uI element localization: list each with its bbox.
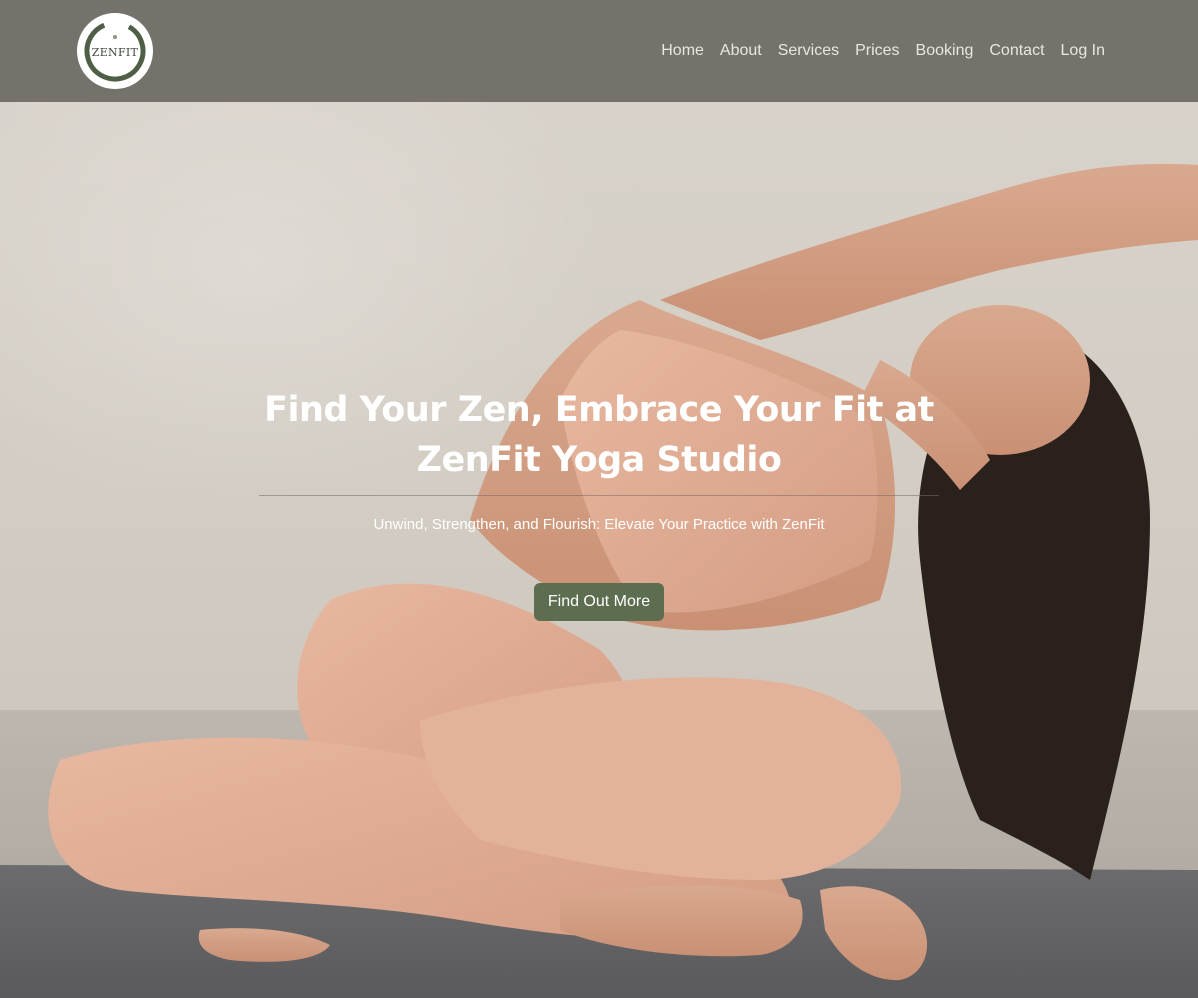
hero-divider bbox=[259, 495, 939, 496]
nav-prices[interactable]: Prices bbox=[847, 36, 907, 66]
find-out-more-button[interactable]: Find Out More bbox=[533, 583, 665, 621]
nav-links: Home About Services Prices Booking Conta… bbox=[653, 36, 1113, 66]
nav-services[interactable]: Services bbox=[770, 36, 847, 66]
hero-content: Find Your Zen, Embrace Your Fit at ZenFi… bbox=[259, 385, 939, 621]
nav-about[interactable]: About bbox=[712, 36, 770, 66]
hero-subtitle: Unwind, Strengthen, and Flourish: Elevat… bbox=[373, 516, 825, 533]
top-navbar: ZENFIT Home About Services Prices Bookin… bbox=[0, 0, 1198, 102]
nav-login[interactable]: Log In bbox=[1053, 36, 1113, 66]
zenfit-logo[interactable]: ZENFIT bbox=[77, 13, 153, 89]
nav-booking[interactable]: Booking bbox=[908, 36, 982, 66]
hero-title: Find Your Zen, Embrace Your Fit at ZenFi… bbox=[264, 390, 934, 480]
nav-contact[interactable]: Contact bbox=[981, 36, 1052, 66]
page: ZENFIT Home About Services Prices Bookin… bbox=[0, 0, 1198, 998]
nav-home[interactable]: Home bbox=[653, 36, 712, 66]
logo-text: ZENFIT bbox=[91, 45, 139, 59]
